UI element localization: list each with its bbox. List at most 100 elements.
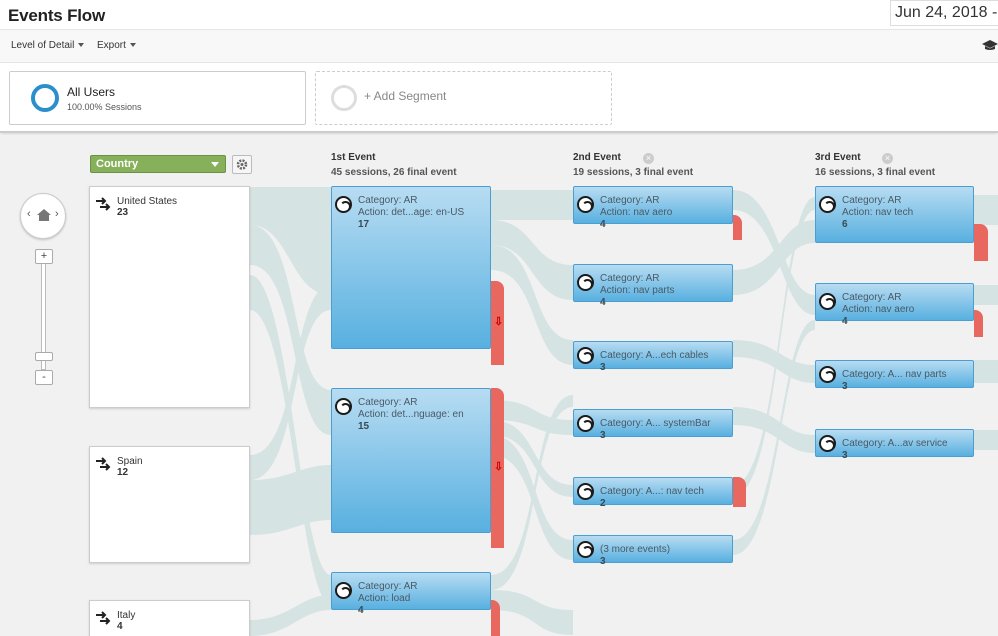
event-action: Action: load — [358, 593, 411, 604]
chevron-down-icon — [78, 43, 85, 47]
step-subtitle: 45 sessions, 26 final event — [331, 167, 457, 178]
zoom-in-button[interactable]: + — [35, 249, 53, 264]
event-icon — [335, 196, 352, 213]
event-category: Category: A...: nav tech — [600, 486, 704, 497]
chevron-down-icon — [129, 43, 136, 47]
event-category: Category: AR — [600, 195, 660, 206]
export-menu[interactable]: Export — [97, 40, 136, 51]
dimension-dropdown[interactable]: Country — [90, 155, 226, 173]
event-value: 3 — [600, 556, 606, 567]
event-action: Action: det...age: en-US — [358, 207, 465, 218]
event-node[interactable]: Category: A... nav parts 3 — [815, 360, 974, 392]
drop-off-bar[interactable] — [974, 310, 983, 337]
event-node[interactable]: Category: AR Action: nav aero 4 — [815, 283, 974, 327]
segment-all-users[interactable]: All Users 100.00% Sessions — [9, 71, 306, 125]
step-subtitle: 19 sessions, 3 final event — [573, 167, 694, 178]
graduation-cap-icon[interactable] — [982, 39, 998, 51]
event-value: 4 — [600, 297, 606, 308]
entrance-arrow-icon — [96, 197, 111, 211]
drop-off-bar[interactable] — [974, 224, 988, 261]
close-step-icon[interactable]: × — [882, 153, 893, 164]
event-category: Category: AR — [358, 581, 418, 592]
event-icon — [819, 366, 836, 383]
event-value: 3 — [842, 450, 848, 461]
event-node[interactable]: Category: AR Action: det...nguage: en 15 — [331, 388, 491, 533]
drop-off-bar[interactable] — [733, 215, 742, 240]
toolbar: Level of Detail Export — [0, 29, 998, 63]
add-segment-label: + Add Segment — [364, 89, 447, 103]
country-value: 4 — [117, 621, 123, 632]
zoom-out-button[interactable]: - — [35, 370, 53, 385]
chevron-left-icon[interactable]: ‹ — [27, 208, 31, 220]
event-node[interactable]: Category: A...ech cables 3 — [573, 341, 733, 373]
event-value: 15 — [358, 421, 370, 432]
country-label: Spain — [117, 456, 143, 467]
event-icon — [577, 483, 594, 500]
home-icon[interactable] — [36, 208, 52, 222]
event-node[interactable]: Category: AR Action: nav parts 4 — [573, 264, 733, 308]
drop-off-arrow-icon: ⇩ — [494, 461, 504, 473]
step-title: 1st Event — [331, 152, 376, 163]
close-step-icon[interactable]: × — [643, 153, 654, 164]
event-category: Category: A... systemBar — [600, 418, 711, 429]
segment-sessions: 100.00% Sessions — [67, 102, 142, 112]
more-events-label: (3 more events) — [600, 544, 671, 555]
event-category: Category: AR — [842, 195, 902, 206]
event-node[interactable]: Category: AR Action: nav aero 4 — [573, 186, 733, 230]
export-label: Export — [97, 40, 126, 51]
event-value: 3 — [842, 381, 848, 392]
event-value: 3 — [600, 362, 606, 373]
step-title: 2nd Event — [573, 152, 621, 163]
segment-bar: All Users 100.00% Sessions + Add Segment — [0, 63, 998, 133]
event-icon — [577, 274, 594, 291]
event-node[interactable]: (3 more events) 3 — [573, 535, 733, 567]
event-value: 2 — [600, 498, 606, 509]
dimension-label: Country — [96, 158, 139, 170]
step-title: 3rd Event — [815, 152, 861, 163]
event-action: Action: nav tech — [842, 207, 914, 218]
date-range-picker[interactable]: Jun 24, 2018 - — [890, 0, 998, 26]
drop-off-arrow-icon: ⇩ — [494, 316, 504, 328]
level-of-detail-menu[interactable]: Level of Detail — [11, 40, 85, 51]
event-value: 6 — [842, 219, 848, 230]
event-node[interactable]: Category: A...av service 3 — [815, 429, 974, 461]
event-category: Category: AR — [358, 195, 418, 206]
event-category: Category: AR — [842, 292, 902, 303]
pan-control[interactable]: ‹ › — [20, 193, 66, 239]
gear-icon — [236, 159, 248, 170]
country-label: Italy — [117, 610, 136, 621]
event-action: Action: nav aero — [600, 207, 673, 218]
segment-ring-icon — [331, 85, 357, 111]
event-value: 4 — [358, 605, 364, 616]
event-value: 4 — [842, 316, 848, 327]
drop-off-bar[interactable] — [491, 600, 500, 636]
country-value: 23 — [117, 207, 129, 218]
event-icon — [819, 196, 836, 213]
drop-off-bar[interactable] — [733, 477, 746, 507]
dimension-settings-button[interactable] — [232, 155, 252, 174]
country-value: 12 — [117, 467, 129, 478]
event-node[interactable]: Category: A... systemBar 3 — [573, 409, 733, 441]
event-value: 3 — [600, 430, 606, 441]
country-node[interactable]: Spain 12 — [89, 446, 250, 563]
event-node[interactable]: Category: AR Action: nav tech 6 — [815, 186, 974, 243]
segment-ring-icon — [31, 84, 59, 112]
add-segment-button[interactable]: + Add Segment — [315, 71, 612, 125]
event-icon — [819, 435, 836, 452]
event-icon — [577, 415, 594, 432]
event-category: Category: A...av service — [842, 438, 948, 449]
level-of-detail-label: Level of Detail — [11, 40, 75, 51]
chevron-right-icon[interactable]: › — [55, 208, 59, 220]
event-node[interactable]: Category: AR Action: det...age: en-US 17 — [331, 186, 491, 349]
country-node[interactable]: United States 23 — [89, 186, 250, 408]
country-label: United States — [117, 196, 178, 207]
chevron-down-icon — [211, 162, 219, 167]
flow-canvas[interactable]: ‹ › + - Country United States 23 Spain 1 — [0, 135, 998, 636]
event-node[interactable]: Category: AR Action: load 4 — [331, 572, 491, 616]
event-icon — [577, 196, 594, 213]
country-node[interactable]: Italy 4 — [89, 600, 250, 636]
event-node[interactable]: Category: A...: nav tech 2 — [573, 477, 733, 509]
segment-name: All Users — [67, 85, 116, 99]
zoom-slider-handle[interactable] — [35, 352, 53, 361]
event-icon — [335, 398, 352, 415]
